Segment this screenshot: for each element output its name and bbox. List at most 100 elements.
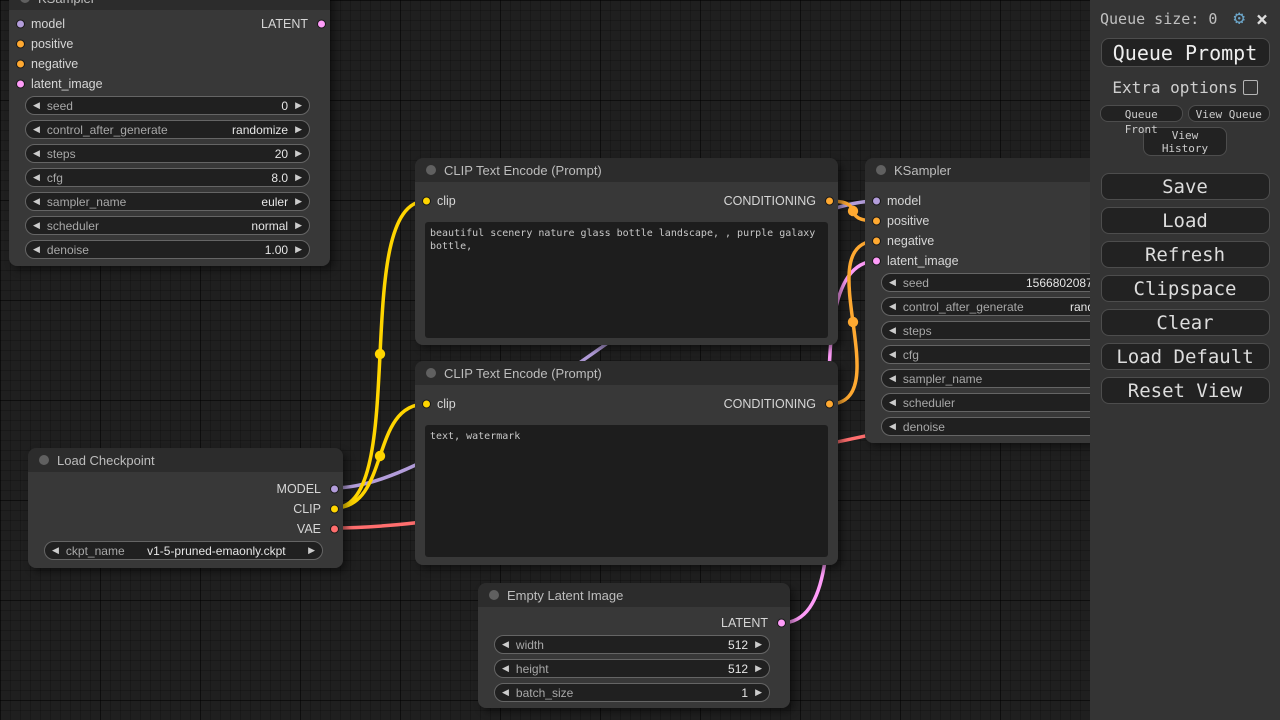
decrement-arrow-icon[interactable]: ◀ <box>889 345 896 364</box>
input-dot-model[interactable] <box>872 197 881 206</box>
increment-arrow-icon[interactable]: ▶ <box>295 216 302 235</box>
input-dot-positive[interactable] <box>872 217 881 226</box>
decrement-arrow-icon[interactable]: ◀ <box>889 417 896 436</box>
node-clip-text-encode-positive[interactable]: CLIP Text Encode (Prompt) clip CONDITION… <box>415 158 838 345</box>
widget-steps[interactable]: ◀ steps 20 ▶ <box>25 144 310 163</box>
decrement-arrow-icon[interactable]: ◀ <box>33 168 40 187</box>
node-title-bar[interactable]: CLIP Text Encode (Prompt) <box>415 361 838 385</box>
view-queue-button[interactable]: View Queue <box>1188 105 1271 122</box>
node-empty-latent-image[interactable]: Empty Latent Image LATENT ◀ width 512 ▶ … <box>478 583 790 708</box>
output-dot-latent[interactable] <box>777 619 786 628</box>
node-graph-canvas[interactable]: KSampler model LATENT positive negative … <box>0 0 1280 720</box>
decrement-arrow-icon[interactable]: ◀ <box>33 192 40 211</box>
increment-arrow-icon[interactable]: ▶ <box>295 168 302 187</box>
close-icon[interactable]: × <box>1256 10 1268 28</box>
clipspace-button[interactable]: Clipspace <box>1101 275 1270 302</box>
collapse-dot-icon[interactable] <box>20 0 30 3</box>
widget-sampler-name[interactable]: ◀ sampler_name euler ▶ <box>25 192 310 211</box>
widget-width[interactable]: ◀ width 512 ▶ <box>494 635 770 654</box>
node-title-bar[interactable]: Load Checkpoint <box>28 448 343 472</box>
node-clip-text-encode-negative[interactable]: CLIP Text Encode (Prompt) clip CONDITION… <box>415 361 838 565</box>
input-dot-model[interactable] <box>16 20 25 29</box>
widget-scheduler[interactable]: ◀ scheduler normal ▶ <box>25 216 310 235</box>
increment-arrow-icon[interactable]: ▶ <box>295 120 302 139</box>
decrement-arrow-icon[interactable]: ◀ <box>889 369 896 388</box>
prompt-textarea[interactable]: beautiful scenery nature glass bottle la… <box>425 222 828 338</box>
widget-cfg[interactable]: ◀ cfg 8.0 ▶ <box>25 168 310 187</box>
widget-control-after-generate[interactable]: ◀ control_after_generate randomize ▶ <box>25 120 310 139</box>
input-dot-negative[interactable] <box>872 237 881 246</box>
collapse-dot-icon[interactable] <box>426 165 436 175</box>
slot-row: model LATENT <box>9 14 330 34</box>
queue-buttons-row: Queue Front View Queue <box>1100 105 1270 122</box>
widget-ckpt-name[interactable]: ◀ ckpt_name v1-5-pruned-emaonly.ckpt ▶ <box>44 541 323 560</box>
node-title-bar[interactable]: KSampler <box>9 0 330 10</box>
input-dot-clip[interactable] <box>422 400 431 409</box>
slot-row: MODEL <box>28 479 343 499</box>
widget-batch-size[interactable]: ◀ batch_size 1 ▶ <box>494 683 770 702</box>
decrement-arrow-icon[interactable]: ◀ <box>502 683 509 702</box>
queue-prompt-button[interactable]: Queue Prompt <box>1101 38 1270 67</box>
collapse-dot-icon[interactable] <box>39 455 49 465</box>
output-dot-vae[interactable] <box>330 525 339 534</box>
save-button[interactable]: Save <box>1101 173 1270 200</box>
node-title-bar[interactable]: CLIP Text Encode (Prompt) <box>415 158 838 182</box>
decrement-arrow-icon[interactable]: ◀ <box>33 216 40 235</box>
decrement-arrow-icon[interactable]: ◀ <box>502 659 509 678</box>
prompt-textarea[interactable]: text, watermark <box>425 425 828 557</box>
load-default-button[interactable]: Load Default <box>1101 343 1270 370</box>
slot-row: CLIP <box>28 499 343 519</box>
load-button[interactable]: Load <box>1101 207 1270 234</box>
refresh-button[interactable]: Refresh <box>1101 241 1270 268</box>
extra-options-label: Extra options <box>1112 78 1237 97</box>
output-dot-clip[interactable] <box>330 505 339 514</box>
slot-row: VAE <box>28 519 343 539</box>
extra-options-checkbox[interactable] <box>1243 80 1258 95</box>
widget-height[interactable]: ◀ height 512 ▶ <box>494 659 770 678</box>
next-option-arrow-icon[interactable]: ▶ <box>308 541 315 560</box>
menu-header: Queue size: 0 ⚙ × <box>1090 0 1280 28</box>
widget-seed[interactable]: ◀ seed 0 ▶ <box>25 96 310 115</box>
decrement-arrow-icon[interactable]: ◀ <box>889 393 896 412</box>
node-ksampler-left[interactable]: KSampler model LATENT positive negative … <box>9 0 330 266</box>
reset-view-button[interactable]: Reset View <box>1101 377 1270 404</box>
decrement-arrow-icon[interactable]: ◀ <box>33 144 40 163</box>
increment-arrow-icon[interactable]: ▶ <box>755 659 762 678</box>
widget-denoise[interactable]: ◀ denoise 1.00 ▶ <box>25 240 310 259</box>
input-dot-clip[interactable] <box>422 197 431 206</box>
output-dot-latent[interactable] <box>317 20 326 29</box>
decrement-arrow-icon[interactable]: ◀ <box>889 321 896 340</box>
increment-arrow-icon[interactable]: ▶ <box>755 683 762 702</box>
increment-arrow-icon[interactable]: ▶ <box>295 144 302 163</box>
prev-option-arrow-icon[interactable]: ◀ <box>52 541 59 560</box>
input-dot-positive[interactable] <box>16 40 25 49</box>
slot-row: latent_image <box>9 74 330 94</box>
decrement-arrow-icon[interactable]: ◀ <box>889 297 896 316</box>
collapse-dot-icon[interactable] <box>876 165 886 175</box>
increment-arrow-icon[interactable]: ▶ <box>295 96 302 115</box>
settings-gear-icon[interactable]: ⚙ <box>1234 9 1245 28</box>
collapse-dot-icon[interactable] <box>426 368 436 378</box>
output-dot-conditioning[interactable] <box>825 400 834 409</box>
collapse-dot-icon[interactable] <box>489 590 499 600</box>
link-midpoint-dot <box>848 206 858 216</box>
decrement-arrow-icon[interactable]: ◀ <box>33 120 40 139</box>
node-title-bar[interactable]: Empty Latent Image <box>478 583 790 607</box>
input-dot-negative[interactable] <box>16 60 25 69</box>
decrement-arrow-icon[interactable]: ◀ <box>33 240 40 259</box>
link-midpoint-dot <box>375 451 385 461</box>
queue-size-label: Queue size: 0 <box>1100 10 1234 28</box>
increment-arrow-icon[interactable]: ▶ <box>755 635 762 654</box>
decrement-arrow-icon[interactable]: ◀ <box>502 635 509 654</box>
node-load-checkpoint[interactable]: Load Checkpoint MODEL CLIP VAE ◀ ckpt_na… <box>28 448 343 568</box>
decrement-arrow-icon[interactable]: ◀ <box>33 96 40 115</box>
decrement-arrow-icon[interactable]: ◀ <box>889 273 896 292</box>
queue-front-button[interactable]: Queue Front <box>1100 105 1183 122</box>
clear-button[interactable]: Clear <box>1101 309 1270 336</box>
increment-arrow-icon[interactable]: ▶ <box>295 192 302 211</box>
input-dot-latent-image[interactable] <box>872 257 881 266</box>
increment-arrow-icon[interactable]: ▶ <box>295 240 302 259</box>
output-dot-model[interactable] <box>330 485 339 494</box>
input-dot-latent-image[interactable] <box>16 80 25 89</box>
output-dot-conditioning[interactable] <box>825 197 834 206</box>
